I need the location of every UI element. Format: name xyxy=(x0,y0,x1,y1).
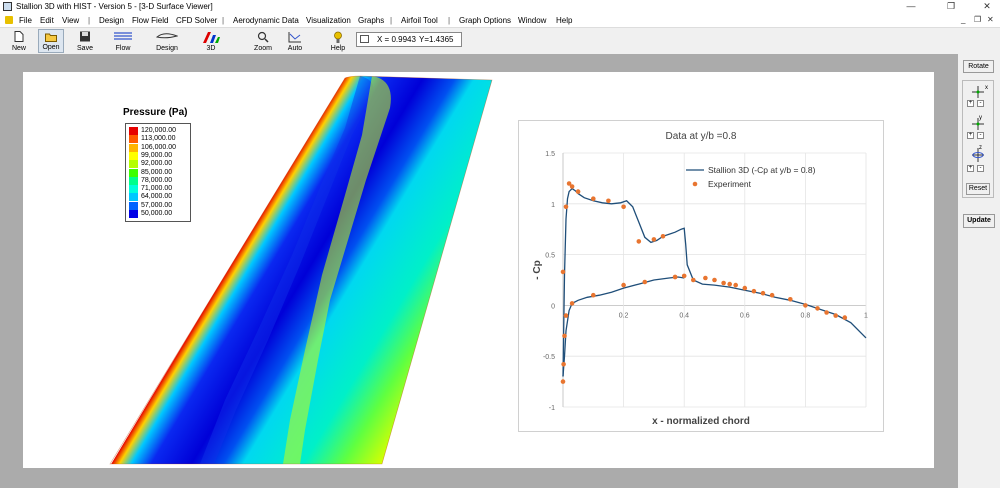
chart-y-tick-label: 1 xyxy=(551,202,555,209)
rotate-z-minus-button[interactable]: - xyxy=(977,165,984,172)
chart-experiment-point xyxy=(733,282,738,288)
chart-experiment-point xyxy=(672,274,678,280)
chart-title: Data at y/b =0.8 xyxy=(666,131,737,142)
pressure-legend: Pressure (Pa) 120,000.00 113,000.00 106,00… xyxy=(105,107,195,222)
legend-swatch xyxy=(129,168,138,177)
chart-experiment-point xyxy=(742,285,748,291)
legend-swatch xyxy=(129,160,138,169)
chart-experiment-point xyxy=(621,282,626,288)
chart-experiment-point xyxy=(712,277,717,283)
rotate-y-axis-icon xyxy=(972,118,984,130)
chart-experiment-point xyxy=(651,237,657,242)
legend-swatch xyxy=(129,210,138,218)
legend-label: 85,000.00 xyxy=(141,168,173,176)
legend-label: 99,000.00 xyxy=(141,151,173,159)
legend-label: 92,000.00 xyxy=(141,160,173,168)
rotate-y-plus-button[interactable]: + xyxy=(967,132,974,139)
chart-y-tick-label: 0 xyxy=(551,303,555,310)
chart-experiment-point xyxy=(569,184,575,189)
chart-experiment-point xyxy=(636,239,642,244)
legend-label: 78,000.00 xyxy=(141,176,173,184)
legend-swatch xyxy=(129,185,138,194)
rotate-x-minus-button[interactable]: - xyxy=(977,100,984,107)
rotate-button[interactable]: Rotate xyxy=(963,60,994,73)
legend-label: 57,000.00 xyxy=(141,201,173,209)
chart-experiment-point xyxy=(563,204,569,210)
chart-y-tick-label: -1 xyxy=(549,405,555,412)
chart-series-line xyxy=(562,187,867,377)
chart-experiment-point xyxy=(788,297,793,302)
legend-title: Pressure (Pa) xyxy=(123,107,188,118)
chart-experiment-point xyxy=(642,279,648,285)
chart-x-tick-label: 0.2 xyxy=(619,312,629,319)
chart-y-tick-label: 0.5 xyxy=(545,253,555,260)
chart-experiment-point xyxy=(591,292,596,298)
reset-button[interactable]: Reset xyxy=(966,183,990,195)
axis-z-label: z xyxy=(979,145,982,151)
chart-experiment-point xyxy=(721,280,726,286)
legend-swatch xyxy=(129,151,138,160)
axis-y-label: y xyxy=(979,115,982,121)
chart-experiment-point xyxy=(575,189,581,194)
legend-swatch xyxy=(129,176,138,185)
legend-swatch xyxy=(129,135,138,144)
legend-swatch xyxy=(129,143,138,152)
chart-experiment-point xyxy=(561,362,566,367)
chart-y-axis-label: - Cp xyxy=(532,260,543,279)
chart-experiment-point xyxy=(815,306,820,311)
chart-experiment-point xyxy=(569,301,575,306)
chart-experiment-point xyxy=(751,288,757,294)
chart-experiment-point xyxy=(760,290,766,296)
chart-experiment-point xyxy=(606,198,611,204)
chart-experiment-point xyxy=(842,315,848,320)
rotation-controls: x + - y + - z + - Reset xyxy=(962,80,994,198)
chart-x-tick-label: 0.6 xyxy=(740,312,750,319)
chart-experiment-point xyxy=(660,234,666,239)
rotate-x-plus-button[interactable]: + xyxy=(967,100,974,107)
chart-x-tick-label: 0.8 xyxy=(801,312,811,319)
chart-y-tick-label: 1.5 xyxy=(545,151,555,158)
chart-x-axis-label: x - normalized chord xyxy=(652,416,750,427)
chart-legend-label: Stallion 3D (-Cp at y/b = 0.8) xyxy=(708,165,816,175)
cp-chart: Data at y/b =0.8 x - normalized chord - … xyxy=(532,131,868,427)
rotate-y-minus-button[interactable]: - xyxy=(977,132,984,139)
chart-x-tick-label: 0.4 xyxy=(679,312,689,319)
chart-experiment-point xyxy=(563,313,569,318)
chart-experiment-point xyxy=(621,204,626,210)
chart-experiment-point xyxy=(703,275,708,281)
chart-experiment-point xyxy=(560,379,566,384)
chart-x-tick-label: 1 xyxy=(864,312,868,319)
chart-legend-point-swatch xyxy=(692,181,698,187)
chart-experiment-point xyxy=(560,269,566,275)
rotate-z-plus-button[interactable]: + xyxy=(967,165,974,172)
rotate-z-axis-icon xyxy=(972,148,984,162)
chart-experiment-point xyxy=(727,281,732,287)
legend-label: 50,000.00 xyxy=(141,210,173,217)
legend-label: 120,000.00 xyxy=(141,127,177,134)
chart-experiment-point xyxy=(833,313,838,318)
chart-experiment-point xyxy=(824,310,829,315)
legend-swatch xyxy=(129,127,138,135)
chart-experiment-point xyxy=(591,196,596,201)
axis-x-label: x xyxy=(985,85,988,91)
chart-experiment-point xyxy=(803,303,808,308)
chart-y-tick-label: -0.5 xyxy=(543,354,555,361)
chart-experiment-point xyxy=(562,333,567,339)
chart-experiment-point xyxy=(681,273,687,279)
rotate-x-axis-icon xyxy=(972,86,984,98)
chart-experiment-point xyxy=(769,292,775,298)
legend-label: 64,000.00 xyxy=(141,193,173,201)
legend-swatch xyxy=(129,193,138,202)
legend-swatch xyxy=(129,201,138,210)
update-button[interactable]: Update xyxy=(963,214,995,228)
legend-label: 106,000.00 xyxy=(141,143,177,151)
chart-experiment-point xyxy=(691,277,696,283)
legend-label: 71,000.00 xyxy=(141,185,173,193)
legend-label: 113,000.00 xyxy=(141,135,176,143)
chart-legend-label: Experiment xyxy=(708,179,752,189)
